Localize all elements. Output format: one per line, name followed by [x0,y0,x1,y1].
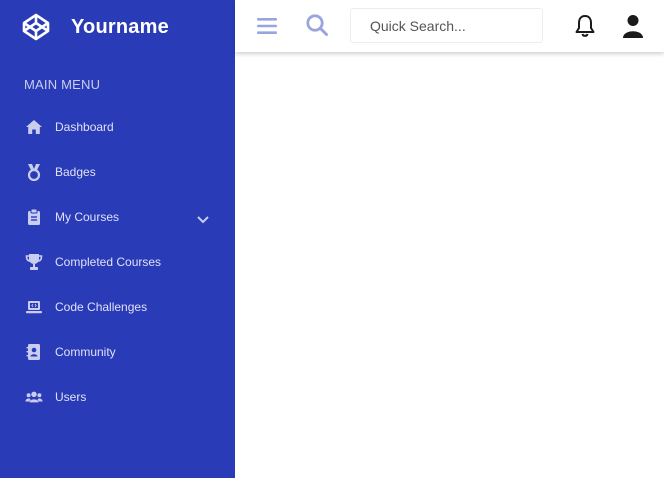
bell-icon[interactable] [573,14,597,38]
clipboard-icon [25,208,43,226]
sidebar-item-label: My Courses [55,210,120,224]
sidebar: Yourname MAIN MENU Dashboard Badges My C… [0,0,235,478]
trophy-icon [25,253,43,271]
user-icon[interactable] [621,13,645,39]
search-icon[interactable] [304,12,330,38]
search-input[interactable] [351,9,542,42]
chevron-down-icon[interactable] [196,212,210,224]
users-icon [25,388,43,406]
sidebar-item-code-challenges[interactable]: Code Challenges [0,285,235,330]
laptop-code-icon [25,298,43,316]
sidebar-item-label: Users [55,390,87,404]
sidebar-item-completed-courses[interactable]: Completed Courses [0,240,235,285]
sidebar-item-label: Badges [55,165,96,179]
brand-name: Yourname [71,15,169,38]
hamburger-menu-icon[interactable] [255,14,279,38]
menu-heading: MAIN MENU [24,77,101,92]
home-icon [25,118,43,136]
sidebar-item-dashboard[interactable]: Dashboard [0,105,235,150]
codepen-icon [22,13,50,41]
sidebar-item-label: Code Challenges [55,300,148,314]
sidebar-item-community[interactable]: Community [0,330,235,375]
sidebar-item-label: Dashboard [55,120,114,134]
topbar [235,0,664,52]
quick-search [350,8,543,43]
sidebar-item-my-courses[interactable]: My Courses [0,195,235,240]
sidebar-item-label: Community [55,345,116,359]
sidebar-item-users[interactable]: Users [0,375,235,420]
medal-icon [25,163,43,181]
sidebar-menu: Dashboard Badges My Courses Completed Co… [0,105,235,420]
sidebar-item-badges[interactable]: Badges [0,150,235,195]
address-book-icon [25,343,43,361]
brand[interactable]: Yourname [22,12,169,42]
sidebar-item-label: Completed Courses [55,255,162,269]
